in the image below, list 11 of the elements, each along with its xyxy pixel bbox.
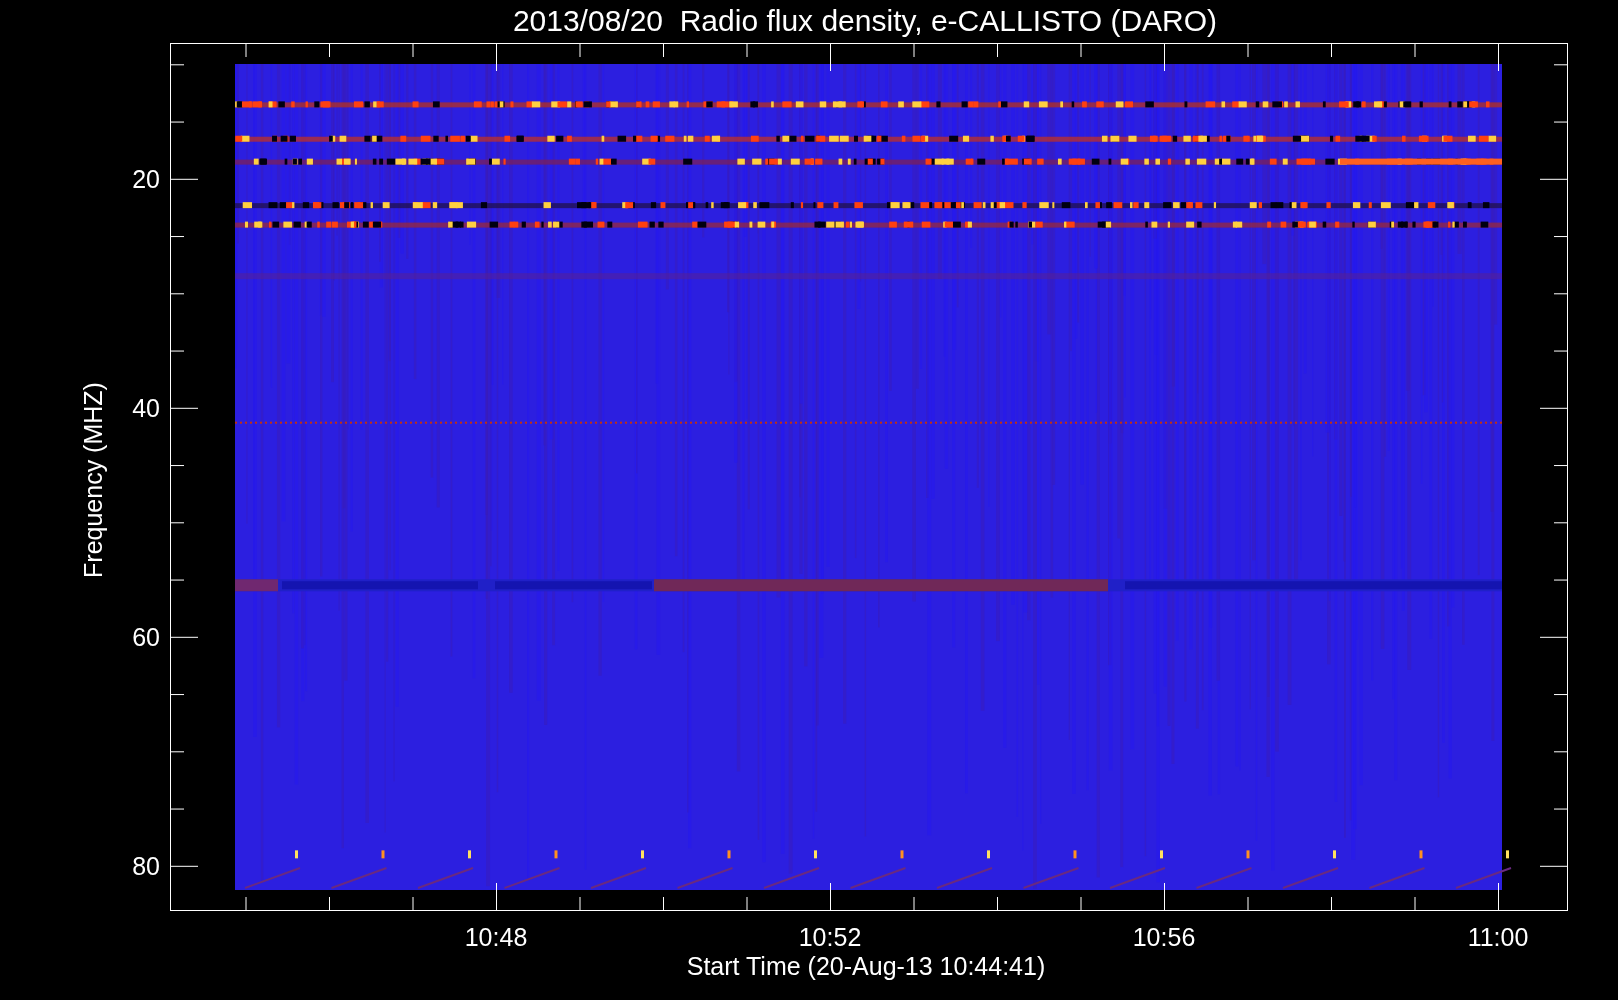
tick-label: 80 [132, 851, 160, 880]
tick-label: 20 [132, 164, 160, 193]
tick-label: 60 [132, 622, 160, 651]
tick-label: 10:52 [798, 923, 862, 951]
tick-label: 40 [132, 393, 160, 422]
chart-title: 2013/08/20 Radio flux density, e-CALLISTO (DARO) [512, 4, 1218, 37]
tick-label: 10:48 [464, 923, 528, 951]
axis-label: Frequency (MHZ) [79, 382, 107, 578]
tick-label: 10:56 [1132, 923, 1196, 951]
axis-label: Start Time (20-Aug-13 10:44:41) [686, 952, 1046, 980]
tick-label: 11:00 [1467, 923, 1529, 951]
